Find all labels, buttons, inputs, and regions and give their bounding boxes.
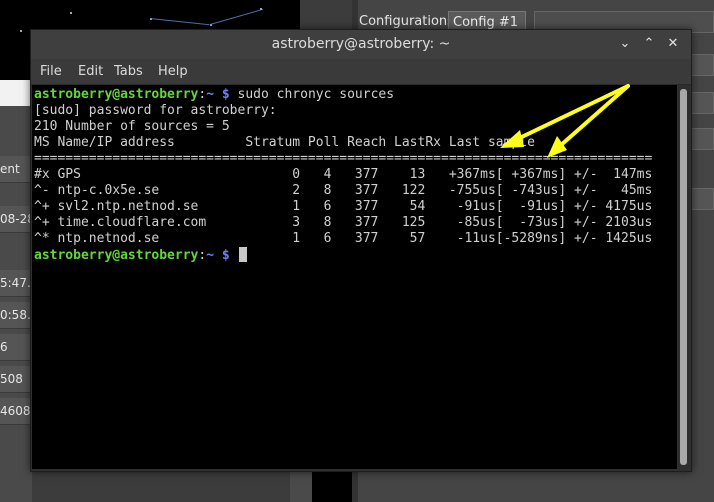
close-icon[interactable]: ✕ (665, 36, 681, 52)
minimize-icon[interactable]: ⌄ (617, 36, 633, 52)
menu-file[interactable]: File (40, 64, 62, 79)
table-row: #x GPS 0 4 377 13 +367ms[ +367ms] +/- 14… (34, 167, 653, 182)
bg-value: 5:47.6 (0, 270, 32, 297)
terminal-line: [sudo] password for astroberry: (34, 103, 277, 118)
bg-value: 508 (0, 366, 32, 393)
bg-value: 08-28 (0, 206, 32, 233)
table-header: MS Name/IP address Stratum Poll Reach La… (34, 135, 535, 150)
table-row: ^+ svl2.ntp.netnod.se 1 6 377 54 -91us[ … (34, 199, 653, 214)
maximize-icon[interactable]: ⌃ (641, 36, 657, 52)
bg-value: 4608 (0, 398, 32, 425)
text-cursor (238, 247, 247, 262)
menu-help[interactable]: Help (158, 64, 188, 79)
menu-edit[interactable]: Edit (78, 64, 103, 79)
command-line: astroberry@astroberry:~ $ sudo chronyc s… (34, 87, 395, 102)
table-row: ^* ntp.netnod.se 1 6 377 57 -11us[-5289n… (34, 231, 653, 246)
scrollbar-thumb[interactable] (680, 89, 687, 465)
prompt-line: astroberry@astroberry:~ $ (34, 247, 247, 263)
menu-tabs[interactable]: Tabs (114, 64, 143, 79)
bg-value: 6 (0, 334, 32, 361)
table-separator: ========================================… (34, 151, 653, 166)
menu-bar: File Edit Tabs Help (31, 59, 691, 85)
table-row: ^+ time.cloudflare.com 3 8 377 125 -85us… (34, 215, 653, 230)
bg-tab: ent (0, 156, 32, 183)
window-titlebar[interactable]: astroberry@astroberry: ~ ⌄ ⌃ ✕ (31, 30, 691, 59)
configurations-label: Configurations (359, 14, 454, 29)
terminal-output[interactable]: astroberry@astroberry:~ $ sudo chronyc s… (32, 85, 677, 469)
background-strip (290, 468, 312, 502)
background-left-panel: ent 08-28 5:47.6 0:58.7 6 508 4608 (0, 80, 32, 502)
terminal-window: astroberry@astroberry: ~ ⌄ ⌃ ✕ File Edit… (30, 29, 692, 472)
sky-chart-background-bottom (312, 468, 352, 502)
terminal-line: 210 Number of sources = 5 (34, 119, 230, 134)
scrollbar[interactable] (678, 85, 690, 469)
window-title: astroberry@astroberry: ~ (271, 36, 451, 52)
bg-value: 0:58.7 (0, 302, 32, 329)
table-row: ^- ntp-c.0x5e.se 2 8 377 122 -755us[ -74… (34, 183, 653, 198)
